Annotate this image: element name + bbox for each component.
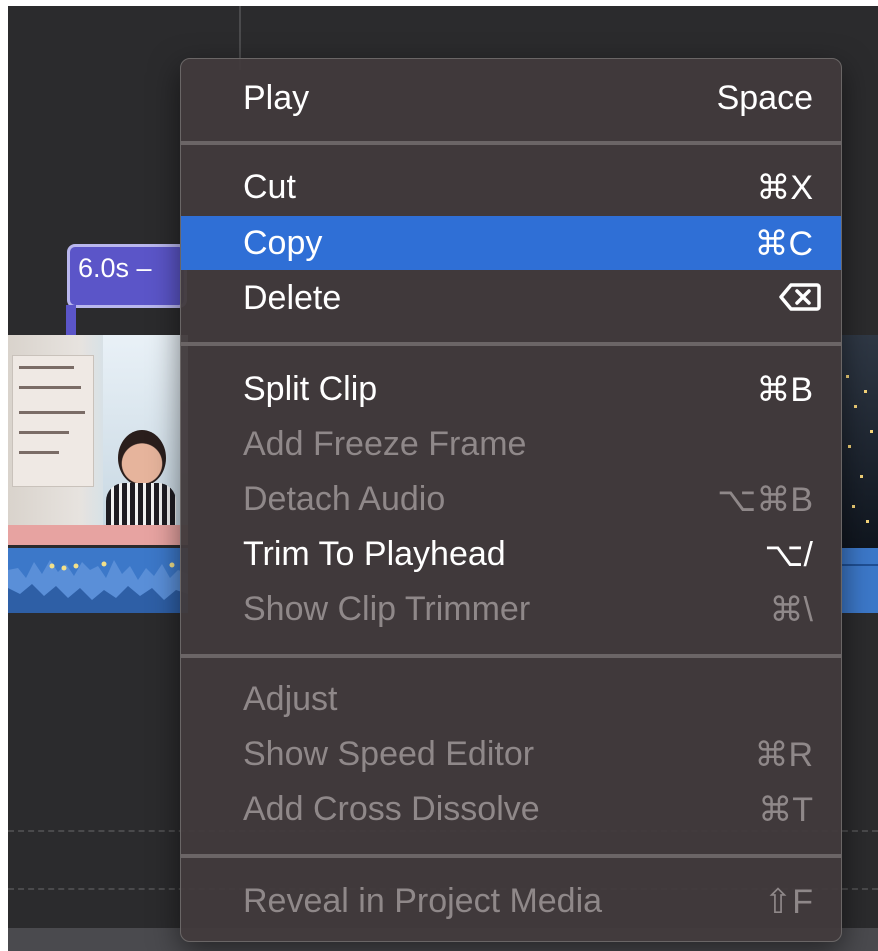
menu-item-show-clip-trimmer[interactable]: Show Clip Trimmer ⌘\ [181, 582, 841, 636]
delete-key-icon [779, 283, 821, 311]
menu-item-show-speed-editor[interactable]: Show Speed Editor ⌘R [181, 727, 841, 781]
next-clip-thumbnail[interactable] [840, 335, 878, 548]
menu-item-shortcut: ⌘\ [769, 591, 813, 629]
menu-item-label: Delete [243, 279, 342, 317]
menu-item-split-clip[interactable]: Split Clip ⌘B [181, 362, 841, 416]
next-clip-audio-waveform[interactable] [840, 548, 878, 613]
menu-item-add-cross-dissolve[interactable]: Add Cross Dissolve ⌘T [181, 782, 841, 836]
menu-item-shortcut: ⌥/ [764, 536, 813, 574]
menu-item-detach-audio[interactable]: Detach Audio ⌥⌘B [181, 472, 841, 526]
menu-item-label: Add Cross Dissolve [243, 790, 540, 828]
waveform-graphic [8, 560, 188, 613]
clip-bottom-strip [8, 525, 188, 545]
menu-item-shortcut: ⌘T [758, 791, 813, 829]
clip-duration-text: 6.0s – [78, 253, 152, 283]
menu-item-label: Show Clip Trimmer [243, 590, 531, 628]
clip-thumbnail[interactable] [8, 335, 188, 545]
menu-item-play[interactable]: Play Space [181, 71, 841, 125]
poster-image [12, 355, 94, 487]
menu-item-label: Reveal in Project Media [243, 882, 603, 920]
menu-item-adjust[interactable]: Adjust [181, 672, 841, 726]
menu-item-reveal-in-project-media[interactable]: Reveal in Project Media ⇧F [181, 874, 841, 928]
menu-item-trim-to-playhead[interactable]: Trim To Playhead ⌥/ [181, 527, 841, 581]
menu-item-label: Add Freeze Frame [243, 425, 527, 463]
menu-separator [181, 654, 841, 658]
menu-item-label: Trim To Playhead [243, 535, 506, 573]
menu-item-label: Split Clip [243, 370, 378, 408]
menu-item-label: Adjust [243, 680, 338, 718]
menu-item-cut[interactable]: Cut ⌘X [181, 160, 841, 214]
menu-separator [181, 141, 841, 145]
menu-separator [181, 342, 841, 346]
menu-item-label: Cut [243, 168, 296, 206]
menu-item-label: Play [243, 79, 310, 117]
person-image [118, 430, 166, 486]
menu-item-shortcut: Space [716, 79, 813, 117]
clip-duration-tag: 6.0s – [67, 244, 187, 308]
menu-item-copy[interactable]: Copy ⌘C [181, 216, 841, 270]
menu-item-label: Detach Audio [243, 480, 446, 518]
menu-item-delete[interactable]: Delete [181, 271, 841, 325]
audio-waveform[interactable] [8, 548, 188, 613]
menu-item-label: Copy [243, 224, 323, 262]
context-menu: Play Space Cut ⌘X Copy ⌘C Delete Split C… [180, 58, 842, 942]
menu-item-shortcut: ⌘X [756, 169, 813, 207]
menu-separator [181, 854, 841, 858]
menu-item-shortcut: ⌥⌘B [717, 481, 813, 519]
menu-item-shortcut: ⇧F [763, 883, 813, 921]
menu-item-label: Show Speed Editor [243, 735, 535, 773]
menu-item-shortcut: ⌘B [756, 371, 813, 409]
menu-item-shortcut: ⌘R [754, 736, 813, 774]
menu-item-add-freeze-frame[interactable]: Add Freeze Frame [181, 417, 841, 471]
menu-item-shortcut: ⌘C [754, 225, 813, 263]
